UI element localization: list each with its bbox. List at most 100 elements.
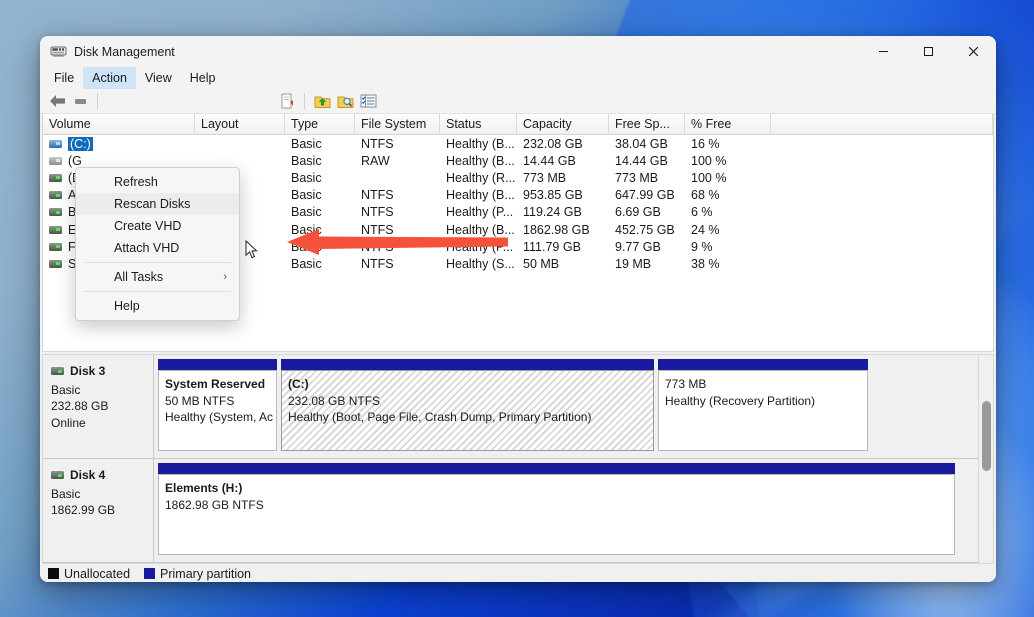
column-header-free-space[interactable]: Free Sp... — [609, 114, 685, 134]
percent-free-cell: 6 % — [691, 205, 713, 220]
graphic-scrollbar-thumb[interactable] — [982, 401, 991, 471]
legend-label-primary-partition: Primary partition — [160, 566, 252, 581]
legend-item-unallocated: Unallocated — [48, 567, 130, 581]
column-header-status[interactable]: Status — [440, 114, 517, 134]
menubar: File Action View Help — [40, 67, 996, 89]
partition-line-1: Elements (H:) — [165, 481, 243, 495]
capacity-cell: 232.08 GB — [523, 136, 583, 151]
menu-item-all-tasks[interactable]: All Tasks › — [76, 266, 239, 288]
titlebar-left: Disk Management — [40, 43, 861, 60]
free-space-cell: 14.44 GB — [615, 153, 668, 168]
disk-name-label: Disk 4 — [70, 468, 106, 482]
menu-item-help[interactable]: Help — [76, 295, 239, 317]
menu-item-create-vhd[interactable]: Create VHD — [76, 215, 239, 237]
chevron-right-icon: › — [223, 271, 227, 283]
disk-info-panel[interactable]: Disk 4 Basic 1862.99 GB — [43, 459, 154, 562]
rescan-disks-icon[interactable] — [336, 92, 354, 110]
file-system-cell: RAW — [361, 153, 390, 168]
menu-file[interactable]: File — [45, 67, 83, 89]
partition-line-1: System Reserved — [165, 377, 266, 391]
toolbar-separator-1 — [97, 93, 98, 109]
partition-details: 773 MB Healthy (Recovery Partition) — [658, 370, 868, 451]
volume-disk-icon — [49, 242, 62, 251]
column-header-blank — [771, 114, 993, 134]
properties-icon[interactable] — [278, 92, 296, 110]
menu-separator — [84, 262, 231, 263]
disk-kind-label: Basic — [51, 382, 81, 397]
disk-icon — [51, 471, 64, 480]
back-arrow-icon[interactable] — [48, 92, 66, 110]
primary-partition-swatch-icon — [144, 568, 156, 579]
content-area: Volume Layout Type File System Status Ca… — [40, 114, 996, 582]
partition-type-bar — [658, 359, 868, 370]
up-folder-icon[interactable] — [313, 92, 331, 110]
capacity-cell: 953.85 GB — [523, 188, 583, 203]
free-space-cell: 9.77 GB — [615, 239, 661, 254]
maximize-button[interactable] — [906, 36, 951, 67]
percent-free-cell: 16 % — [691, 136, 720, 151]
disk-title-row: Disk 3 — [51, 363, 153, 380]
partition-block[interactable]: System Reserved 50 MB NTFS Healthy (System… — [158, 359, 277, 451]
column-header-volume[interactable]: Volume — [43, 114, 195, 134]
type-cell: Basic — [291, 170, 322, 185]
volume-name-label: (C:) — [68, 136, 93, 151]
volume-disk-icon — [49, 156, 62, 165]
disk-name-label: Disk 3 — [70, 364, 106, 378]
unallocated-swatch-icon — [48, 568, 59, 579]
menu-item-label: All Tasks — [114, 270, 164, 284]
partition-legend: Unallocated Primary partition — [40, 564, 996, 582]
menu-help[interactable]: Help — [181, 67, 225, 89]
status-cell: Healthy (B... — [446, 188, 515, 203]
menu-item-label: Rescan Disks — [114, 197, 191, 211]
menu-item-rescan-disks[interactable]: Rescan Disks — [76, 193, 239, 215]
minimize-button[interactable] — [861, 36, 906, 67]
free-space-cell: 38.04 GB — [615, 136, 668, 151]
disk-graphic-pane: Disk 3 Basic 232.88 GB Online System Reserve… — [42, 354, 994, 564]
type-cell: Basic — [291, 136, 322, 151]
status-cell: Healthy (B... — [446, 153, 515, 168]
partition-block[interactable]: 773 MB Healthy (Recovery Partition) — [658, 359, 868, 451]
desktop-background: Disk Management File Action View Help Vo… — [0, 0, 1034, 617]
percent-free-cell: 68 % — [691, 188, 720, 203]
menu-item-label: Help — [114, 299, 140, 313]
free-space-cell: 452.75 GB — [615, 222, 675, 237]
export-list-icon[interactable] — [359, 92, 377, 110]
partition-block[interactable]: Elements (H:) 1862.98 GB NTFS — [158, 463, 955, 555]
partition-line-2: 232.08 GB NTFS — [288, 393, 381, 408]
file-system-cell: NTFS — [361, 136, 394, 151]
menu-view[interactable]: View — [136, 67, 181, 89]
disk-title-row: Disk 4 — [51, 467, 153, 484]
disk-info-panel[interactable]: Disk 3 Basic 232.88 GB Online — [43, 355, 154, 458]
red-arrow-annotation — [285, 227, 510, 262]
forward-arrow-icon[interactable] — [71, 92, 89, 110]
free-space-cell: 6.69 GB — [615, 205, 661, 220]
window-titlebar[interactable]: Disk Management — [40, 36, 996, 67]
close-button[interactable] — [951, 36, 996, 67]
partition-line-3: Healthy (System, Ac — [165, 410, 274, 424]
menu-item-attach-vhd[interactable]: Attach VHD — [76, 237, 239, 259]
free-space-cell: 19 MB — [615, 256, 652, 271]
capacity-cell: 1862.98 GB — [523, 222, 590, 237]
percent-free-cell: 100 % — [691, 153, 727, 168]
disk-graphic-scroll-region: Disk 3 Basic 232.88 GB Online System Reserve… — [43, 355, 978, 563]
column-header-layout[interactable]: Layout — [195, 114, 285, 134]
volume-name-label: (G — [68, 153, 82, 168]
partition-line-2: 1862.98 GB NTFS — [165, 497, 264, 512]
column-header-type[interactable]: Type — [285, 114, 355, 134]
partition-block[interactable]: (C:) 232.08 GB NTFS Healthy (Boot, Page Fi… — [281, 359, 654, 451]
status-cell: Healthy (R... — [446, 170, 516, 185]
table-row[interactable]: (C:) Basic NTFS Healthy (B... 232.08 GB 38.04… — [43, 135, 993, 152]
capacity-cell: 111.79 GB — [523, 239, 581, 254]
type-cell: Basic — [291, 153, 322, 168]
graphic-vertical-scrollbar[interactable] — [978, 355, 993, 563]
disk-row: Disk 3 Basic 232.88 GB Online System Reserve… — [43, 355, 978, 459]
disk-management-window: Disk Management File Action View Help Vo… — [40, 36, 996, 582]
menu-action[interactable]: Action — [83, 67, 136, 89]
percent-free-cell: 100 % — [691, 170, 727, 185]
column-header-percent-free[interactable]: % Free — [685, 114, 771, 134]
column-header-file-system[interactable]: File System — [355, 114, 440, 134]
volume-list-header: Volume Layout Type File System Status Ca… — [43, 114, 993, 135]
column-header-capacity[interactable]: Capacity — [517, 114, 609, 134]
menu-item-refresh[interactable]: Refresh — [76, 171, 239, 193]
disk-size-label: 232.88 GB — [51, 399, 109, 413]
